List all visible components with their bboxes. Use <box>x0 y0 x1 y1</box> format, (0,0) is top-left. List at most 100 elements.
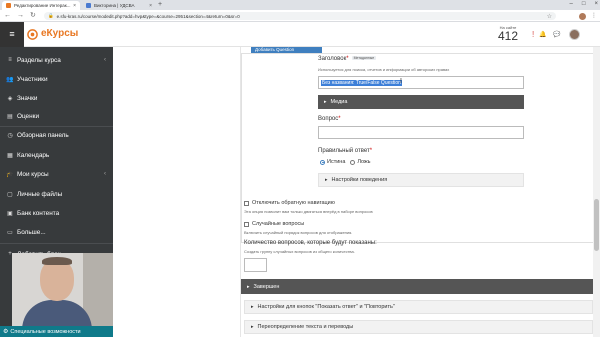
sidebar-item-grades[interactable]: ▤ Оценки <box>0 106 113 126</box>
finished-section-toggle[interactable]: ▸ Завершен <box>241 279 596 294</box>
question-count-input[interactable] <box>244 258 267 272</box>
alert-icon[interactable]: ! <box>532 30 534 39</box>
user-avatar[interactable] <box>569 29 580 40</box>
tab-close-icon[interactable]: × <box>73 3 76 9</box>
correct-answer-radio-group: Истина Ложь <box>320 159 371 165</box>
tab-title: Викторина | УДСВА <box>94 3 135 8</box>
chevron-left-icon: ‹ <box>104 171 106 177</box>
profile-avatar[interactable] <box>579 12 586 20</box>
hamburger-icon: ≡ <box>9 29 15 39</box>
sidebar-item-label: Больше... <box>17 228 46 236</box>
sidebar-item-participants[interactable]: 👥 Участники <box>0 69 113 89</box>
disable-navigation-checkbox[interactable] <box>244 200 249 206</box>
page-scrollbar[interactable] <box>593 47 600 337</box>
tab-favicon-icon <box>86 3 91 8</box>
chevron-left-icon: ‹ <box>104 57 106 63</box>
browser-tab-2[interactable]: Викторина | УДСВА × <box>82 1 156 10</box>
question-count-hint: Создать группу случайных вопросов из общ… <box>244 249 355 254</box>
maximize-icon[interactable]: □ <box>582 0 586 9</box>
main-content: Добавить Question Заголовок* Метаданные И… <box>113 47 600 337</box>
messages-icon[interactable]: 💬 <box>553 31 560 40</box>
required-icon: * <box>346 56 349 62</box>
file-icon: ▢ <box>7 191 13 198</box>
notifications-bell-icon[interactable]: 🔔 <box>539 31 546 40</box>
badge-icon: ◈ <box>7 95 13 102</box>
forward-icon[interactable]: → <box>17 11 24 21</box>
text-override-label: Переопределение текста и переводы <box>257 324 354 330</box>
graduation-cap-icon: 🎓 <box>6 171 14 178</box>
media-section-toggle[interactable]: ▸ Медиа <box>318 95 524 109</box>
sidebar-item-label: Разделы курса <box>17 56 61 64</box>
question-count-label: Количество вопросов, которые будут показ… <box>244 240 377 246</box>
webcam-person-head <box>40 259 74 301</box>
behaviour-settings-toggle[interactable]: ▸ Настройки поведения <box>318 173 524 187</box>
metadata-badge[interactable]: Метаданные <box>351 56 377 61</box>
online-counter-value: 412 <box>497 29 519 43</box>
sidebar-item-dashboard[interactable]: ◷ Обзорная панель <box>0 125 113 145</box>
back-icon[interactable]: ← <box>4 11 11 21</box>
scrollbar-thumb[interactable] <box>594 199 599 251</box>
sidebar-item-calendar[interactable]: ▦ Календарь <box>0 145 113 165</box>
users-icon: 👥 <box>6 76 14 83</box>
accessibility-icon: ⚙ <box>3 329 9 335</box>
browser-tabstrip: Редактирование Интерак... × Викторина | … <box>0 0 600 10</box>
tab-favicon-icon <box>6 3 11 8</box>
caret-right-icon: ▸ <box>247 283 250 290</box>
title-hint: Используется для поиска, отчетов и инфор… <box>318 67 450 72</box>
tab-close-icon[interactable]: × <box>149 3 152 9</box>
tab-title: Редактирование Интерак... <box>14 3 71 8</box>
question-label-text: Вопрос <box>318 116 339 122</box>
behaviour-settings-label: Настройки поведения <box>331 177 388 183</box>
webcam-overlay <box>12 253 113 326</box>
new-tab-button[interactable]: + <box>158 1 162 9</box>
text-override-toggle[interactable]: ▸ Переопределение текста и переводы <box>244 320 593 334</box>
disable-navigation-option: Отключить обратную навигацию <box>244 200 335 206</box>
webcam-person-body <box>22 300 92 326</box>
radio-true[interactable] <box>320 159 325 165</box>
random-questions-checkbox[interactable] <box>244 221 249 227</box>
title-input-value: Без названия: True/False Question <box>321 79 402 86</box>
sidebar-item-more[interactable]: ▭ Больше... <box>0 222 113 242</box>
finished-section-label: Завершен <box>253 283 280 290</box>
correct-answer-label: Правильный ответ* <box>318 148 372 154</box>
close-window-icon[interactable]: × <box>594 0 598 9</box>
question-input[interactable] <box>318 126 524 139</box>
grades-icon: ▤ <box>7 113 13 120</box>
button-settings-toggle[interactable]: ▸ Настройки для кнопок "Показать ответ" … <box>244 300 593 314</box>
content-bank-icon: ▣ <box>7 210 13 217</box>
webcam-person-hair <box>42 257 72 265</box>
correct-answer-label-text: Правильный ответ <box>318 148 370 154</box>
sidebar-item-label: Обзорная панель <box>17 131 69 139</box>
sidebar-item-sections[interactable]: ≡ Разделы курса ‹ <box>0 50 113 70</box>
menu-toggle-button[interactable]: ≡ <box>0 22 24 47</box>
sidebar-item-private-files[interactable]: ▢ Личные файлы <box>0 184 113 204</box>
random-questions-hint: Включить случайный порядок вопросов для … <box>244 230 353 235</box>
sidebar-item-label: Оценки <box>17 112 40 120</box>
title-input[interactable]: Без названия: True/False Question I <box>318 76 524 89</box>
sidebar-item-content-bank[interactable]: ▣ Банк контента <box>0 203 113 223</box>
online-counter: На сайте 412 <box>497 25 519 43</box>
question-field-label: Вопрос* <box>318 116 341 122</box>
title-label-text: Заголовок <box>318 56 347 62</box>
sidebar-item-label: Участники <box>17 75 48 83</box>
bookmark-star-icon[interactable]: ☆ <box>547 13 552 20</box>
browser-menu-icon[interactable]: ⋮ <box>591 11 597 21</box>
sidebar-item-my-courses[interactable]: 🎓 Мои курсы ‹ <box>0 164 113 184</box>
accessibility-bar[interactable]: ⚙ Специальные возможности <box>0 326 113 337</box>
lock-icon: 🔒 <box>48 13 54 18</box>
minimize-icon[interactable]: – <box>570 0 573 9</box>
sidebar-item-badges[interactable]: ◈ Значки <box>0 88 113 108</box>
logo-text: eКурсы <box>41 28 79 39</box>
browser-tab-active[interactable]: Редактирование Интерак... × <box>2 1 80 10</box>
site-logo[interactable]: eКурсы <box>27 28 78 40</box>
add-question-label: Добавить Question <box>255 47 295 52</box>
radio-false-label: Ложь <box>357 159 371 165</box>
browser-toolbar: ← → ↻ 🔒 e.sfu-kras.ru/course/modedit.php… <box>0 10 600 22</box>
site-header: ≡ eКурсы На сайте 412 ! 🔔 💬 <box>0 22 600 47</box>
address-bar[interactable]: 🔒 e.sfu-kras.ru/course/modedit.php?add=h… <box>44 12 556 20</box>
disable-navigation-hint: Эта опция позволит вам только двигаться … <box>244 209 373 214</box>
reload-icon[interactable]: ↻ <box>30 11 36 21</box>
radio-false[interactable] <box>350 159 356 165</box>
media-section-label: Медиа <box>330 99 348 105</box>
required-icon: * <box>338 116 341 122</box>
